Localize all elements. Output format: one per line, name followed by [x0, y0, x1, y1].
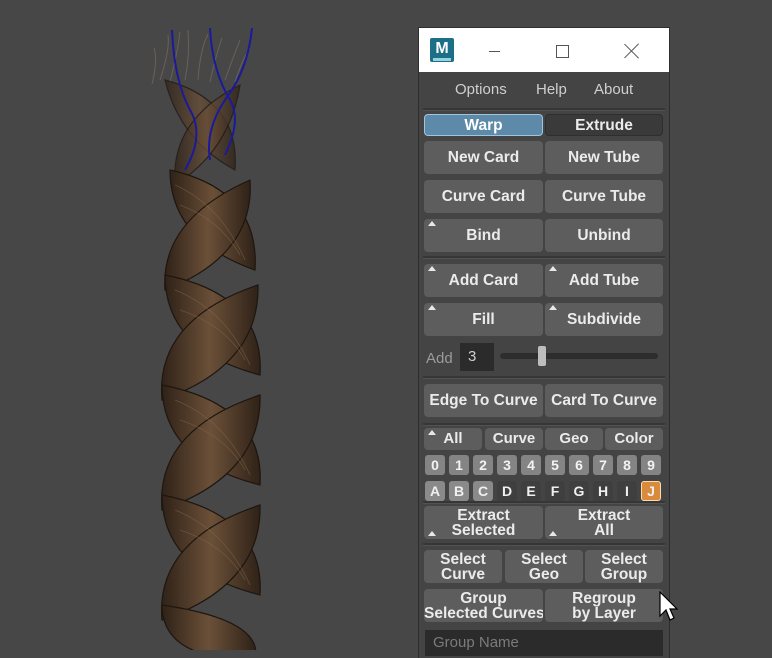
- mouse-cursor-icon: [659, 591, 679, 621]
- select-geo-line1: Select: [521, 551, 567, 568]
- select-group-line2: Group: [600, 566, 648, 583]
- layer-letter-button-A[interactable]: A: [425, 481, 445, 501]
- select-curve-line1: Select: [440, 551, 486, 568]
- extract-selected-line2: Selected: [451, 522, 516, 539]
- warp-toggle[interactable]: Warp: [424, 114, 543, 136]
- layer-letter-button-B[interactable]: B: [449, 481, 469, 501]
- group-selected-curves-button[interactable]: Group Selected Curves: [424, 589, 543, 622]
- select-curve-button[interactable]: Select Curve: [424, 550, 502, 583]
- curve-card-button[interactable]: Curve Card: [424, 180, 543, 213]
- new-card-button[interactable]: New Card: [424, 141, 543, 174]
- regroup-line2: by Layer: [572, 605, 636, 622]
- select-group-button[interactable]: Select Group: [585, 550, 663, 583]
- layer-letter-button-G[interactable]: G: [569, 481, 589, 501]
- filter-color-button[interactable]: Color: [605, 428, 663, 450]
- layer-number-button-9[interactable]: 9: [641, 455, 661, 475]
- layer-letter-button-E[interactable]: E: [521, 481, 541, 501]
- maya-logo-icon: M: [430, 38, 454, 62]
- layer-letter-button-D[interactable]: D: [497, 481, 517, 501]
- edge-to-curve-button[interactable]: Edge To Curve: [424, 384, 543, 417]
- extract-all-button[interactable]: Extract All: [545, 506, 663, 539]
- menu-about[interactable]: About: [594, 81, 633, 98]
- add-count-slider[interactable]: [500, 346, 658, 366]
- divider: [423, 501, 665, 504]
- layer-number-button-4[interactable]: 4: [521, 455, 541, 475]
- extract-selected-button[interactable]: Extract Selected: [424, 506, 543, 539]
- subdivide-button[interactable]: Subdivide: [545, 303, 663, 336]
- divider: [423, 256, 665, 259]
- extract-selected-line1: Extract: [457, 507, 510, 524]
- divider: [423, 543, 665, 546]
- select-geo-line2: Geo: [528, 566, 560, 583]
- maximize-button[interactable]: [539, 28, 585, 72]
- layer-letter-button-I[interactable]: I: [617, 481, 637, 501]
- add-tube-button[interactable]: Add Tube: [545, 264, 663, 297]
- layer-letter-button-J[interactable]: J: [641, 481, 661, 501]
- close-button[interactable]: [609, 28, 655, 72]
- layer-number-button-2[interactable]: 2: [473, 455, 493, 475]
- layer-number-button-6[interactable]: 6: [569, 455, 589, 475]
- title-bar[interactable]: M: [419, 28, 669, 72]
- menu-help[interactable]: Help: [536, 81, 567, 98]
- group-name-input[interactable]: Group Name: [425, 630, 663, 656]
- fill-button[interactable]: Fill: [424, 303, 543, 336]
- slider-handle[interactable]: [537, 346, 546, 366]
- filter-geo-button[interactable]: Geo: [545, 428, 603, 450]
- curve-tube-button[interactable]: Curve Tube: [545, 180, 663, 213]
- filter-curve-button[interactable]: Curve: [485, 428, 543, 450]
- layer-letter-button-F[interactable]: F: [545, 481, 565, 501]
- layer-number-button-5[interactable]: 5: [545, 455, 565, 475]
- minimize-icon: [488, 50, 500, 52]
- braid-hair-mesh[interactable]: [130, 20, 280, 650]
- braid-segments: [160, 79, 261, 650]
- layer-letter-button-C[interactable]: C: [473, 481, 493, 501]
- regroup-line1: Regroup: [572, 590, 636, 607]
- bind-button[interactable]: Bind: [424, 219, 543, 252]
- regroup-by-layer-button[interactable]: Regroup by Layer: [545, 589, 663, 622]
- maximize-icon: [555, 44, 569, 58]
- layer-number-button-8[interactable]: 8: [617, 455, 637, 475]
- divider: [423, 108, 665, 111]
- group-line1: Group: [460, 590, 507, 607]
- hair-tool-window: M Options Help About Warp Extrude New Ca…: [419, 28, 669, 658]
- close-icon: [624, 43, 640, 59]
- extract-all-line1: Extract: [577, 507, 631, 524]
- divider: [423, 376, 665, 379]
- layer-letter-button-H[interactable]: H: [593, 481, 613, 501]
- divider: [423, 423, 665, 426]
- select-curve-line2: Curve: [441, 566, 485, 583]
- select-group-line1: Select: [601, 551, 647, 568]
- layer-number-button-1[interactable]: 1: [449, 455, 469, 475]
- layer-number-button-3[interactable]: 3: [497, 455, 517, 475]
- extract-all-line2: All: [594, 522, 614, 539]
- unbind-button[interactable]: Unbind: [545, 219, 663, 252]
- layer-number-button-7[interactable]: 7: [593, 455, 613, 475]
- layer-number-button-0[interactable]: 0: [425, 455, 445, 475]
- card-to-curve-button[interactable]: Card To Curve: [545, 384, 663, 417]
- add-card-button[interactable]: Add Card: [424, 264, 543, 297]
- group-line2: Selected Curves: [424, 605, 543, 622]
- add-label: Add: [426, 350, 453, 367]
- minimize-button[interactable]: [471, 28, 517, 72]
- menu-options[interactable]: Options: [455, 81, 507, 98]
- add-count-field[interactable]: 3: [460, 343, 494, 371]
- new-tube-button[interactable]: New Tube: [545, 141, 663, 174]
- select-geo-button[interactable]: Select Geo: [505, 550, 583, 583]
- filter-all-button[interactable]: All: [424, 428, 482, 450]
- hair-tips: [151, 29, 251, 85]
- menu-bar: Options Help About: [419, 72, 669, 108]
- extrude-toggle[interactable]: Extrude: [545, 114, 663, 136]
